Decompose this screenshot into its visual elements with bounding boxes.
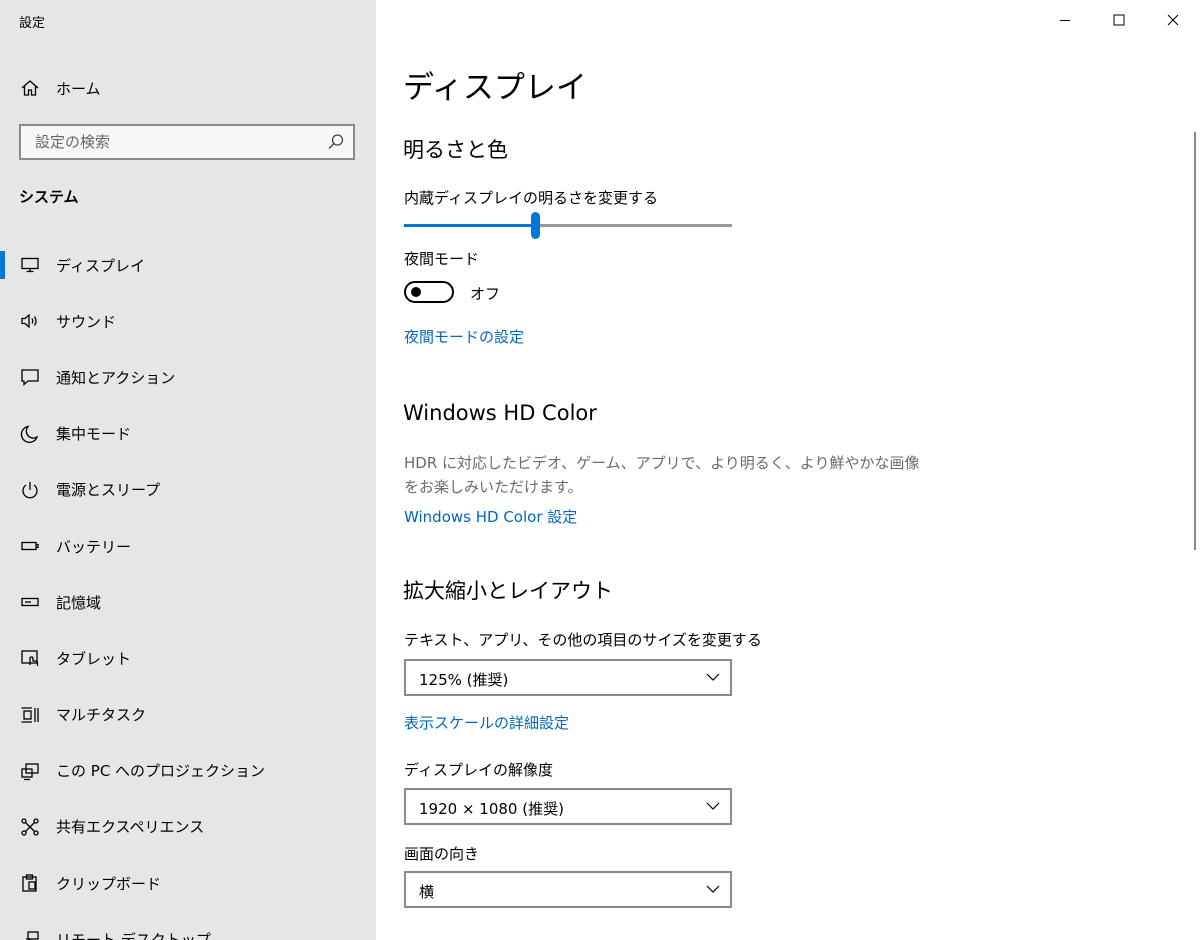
sidebar-item-label: バッテリー — [56, 537, 132, 556]
content-pane: ディスプレイ 明るさと色 内蔵ディスプレイの明るさを変更する 夜間モード オフ … — [376, 0, 1200, 940]
power-icon — [19, 479, 41, 501]
storage-icon — [19, 591, 41, 613]
search-box[interactable] — [19, 124, 355, 160]
orientation-dropdown[interactable]: 横 — [404, 871, 732, 908]
resolution-label: ディスプレイの解像度 — [404, 761, 553, 779]
sidebar-item-focus-assist[interactable]: 集中モード — [0, 406, 376, 462]
sidebar-item-power-sleep[interactable]: 電源とスリープ — [0, 462, 376, 518]
chevron-down-icon — [706, 802, 720, 810]
sidebar-item-remote-desktop[interactable]: リモート デスクトップ — [0, 911, 376, 940]
moon-icon — [19, 423, 41, 445]
brightness-color-heading: 明るさと色 — [403, 138, 508, 162]
sidebar-item-label: リモート デスクトップ — [56, 930, 211, 940]
chevron-down-icon — [706, 885, 720, 893]
app-title: 設定 — [19, 16, 46, 31]
sidebar-item-projection[interactable]: この PC へのプロジェクション — [0, 743, 376, 799]
home-icon — [19, 77, 41, 99]
vertical-scrollbar[interactable] — [1194, 132, 1196, 550]
advanced-scale-link[interactable]: 表示スケールの詳細設定 — [404, 712, 569, 733]
sidebar-nav-list: ディスプレイ サウンド 通知とアクション 集中モード 電源とスリープ バッテリー… — [0, 237, 376, 940]
night-light-state: オフ — [470, 285, 501, 303]
brightness-slider-fill — [404, 224, 535, 227]
speaker-icon — [19, 310, 41, 332]
sidebar-item-tablet[interactable]: タブレット — [0, 630, 376, 686]
sidebar-item-clipboard[interactable]: クリップボード — [0, 855, 376, 911]
sidebar-item-label: 電源とスリープ — [56, 481, 161, 500]
notification-icon — [19, 366, 41, 388]
sidebar: 設定 ホーム システム — [0, 0, 376, 940]
sidebar-item-label: この PC へのプロジェクション — [56, 762, 266, 781]
night-light-toggle[interactable] — [404, 281, 454, 303]
tablet-icon — [19, 647, 41, 669]
sidebar-item-label: 共有エクスペリエンス — [56, 818, 205, 837]
sidebar-item-label: 通知とアクション — [56, 368, 176, 387]
sidebar-item-multitasking[interactable]: マルチタスク — [0, 687, 376, 743]
brightness-slider-label: 内蔵ディスプレイの明るさを変更する — [404, 189, 658, 207]
multitask-icon — [19, 704, 41, 726]
sidebar-item-label: サウンド — [56, 312, 117, 331]
scale-label: テキスト、アプリ、その他の項目のサイズを変更する — [404, 631, 762, 649]
night-light-toggle-knob — [411, 287, 421, 297]
sidebar-item-label: マルチタスク — [56, 706, 147, 725]
hd-color-settings-link[interactable]: Windows HD Color 設定 — [404, 506, 577, 527]
clipboard-icon — [19, 872, 41, 894]
monitor-icon — [19, 254, 41, 276]
battery-icon — [19, 535, 41, 557]
section-heading-system: システム — [19, 188, 79, 206]
resolution-dropdown[interactable]: 1920 × 1080 (推奨) — [404, 788, 732, 825]
search-input[interactable] — [21, 126, 335, 158]
chevron-down-icon — [706, 673, 720, 681]
search-icon[interactable] — [327, 133, 345, 151]
scale-layout-heading: 拡大縮小とレイアウト — [403, 579, 613, 603]
sidebar-item-label: クリップボード — [56, 874, 162, 893]
sidebar-item-battery[interactable]: バッテリー — [0, 518, 376, 574]
sidebar-item-display[interactable]: ディスプレイ — [0, 237, 376, 293]
sidebar-item-sound[interactable]: サウンド — [0, 293, 376, 349]
sidebar-item-label: ディスプレイ — [56, 256, 145, 275]
orientation-dropdown-value: 横 — [419, 883, 435, 901]
orientation-label: 画面の向き — [404, 845, 480, 863]
sidebar-item-label: 記憶域 — [56, 593, 102, 612]
settings-window: 設定 ホーム システム — [0, 0, 1200, 940]
projection-icon — [19, 760, 41, 782]
sidebar-item-notifications[interactable]: 通知とアクション — [0, 349, 376, 405]
sidebar-item-home[interactable]: ホーム — [0, 70, 376, 106]
sidebar-item-shared-experiences[interactable]: 共有エクスペリエンス — [0, 799, 376, 855]
sidebar-item-storage[interactable]: 記憶域 — [0, 574, 376, 630]
sidebar-item-label: 集中モード — [56, 425, 132, 444]
scale-dropdown-value: 125% (推奨) — [419, 671, 509, 689]
sidebar-item-label: タブレット — [56, 649, 132, 668]
shared-experience-icon — [19, 816, 41, 838]
page-title: ディスプレイ — [403, 70, 587, 106]
sidebar-item-home-label: ホーム — [56, 79, 101, 98]
hd-color-heading: Windows HD Color — [403, 401, 597, 425]
hd-color-description: HDR に対応したビデオ、ゲーム、アプリで、より明るく、より鮮やかな画像をお楽し… — [404, 454, 920, 496]
brightness-slider-thumb[interactable] — [531, 212, 540, 239]
scale-dropdown[interactable]: 125% (推奨) — [404, 659, 732, 696]
resolution-dropdown-value: 1920 × 1080 (推奨) — [419, 800, 564, 818]
night-light-settings-link[interactable]: 夜間モードの設定 — [404, 326, 524, 347]
remote-desktop-icon — [19, 928, 41, 940]
night-light-label: 夜間モード — [404, 250, 480, 268]
brightness-slider[interactable] — [404, 212, 732, 240]
